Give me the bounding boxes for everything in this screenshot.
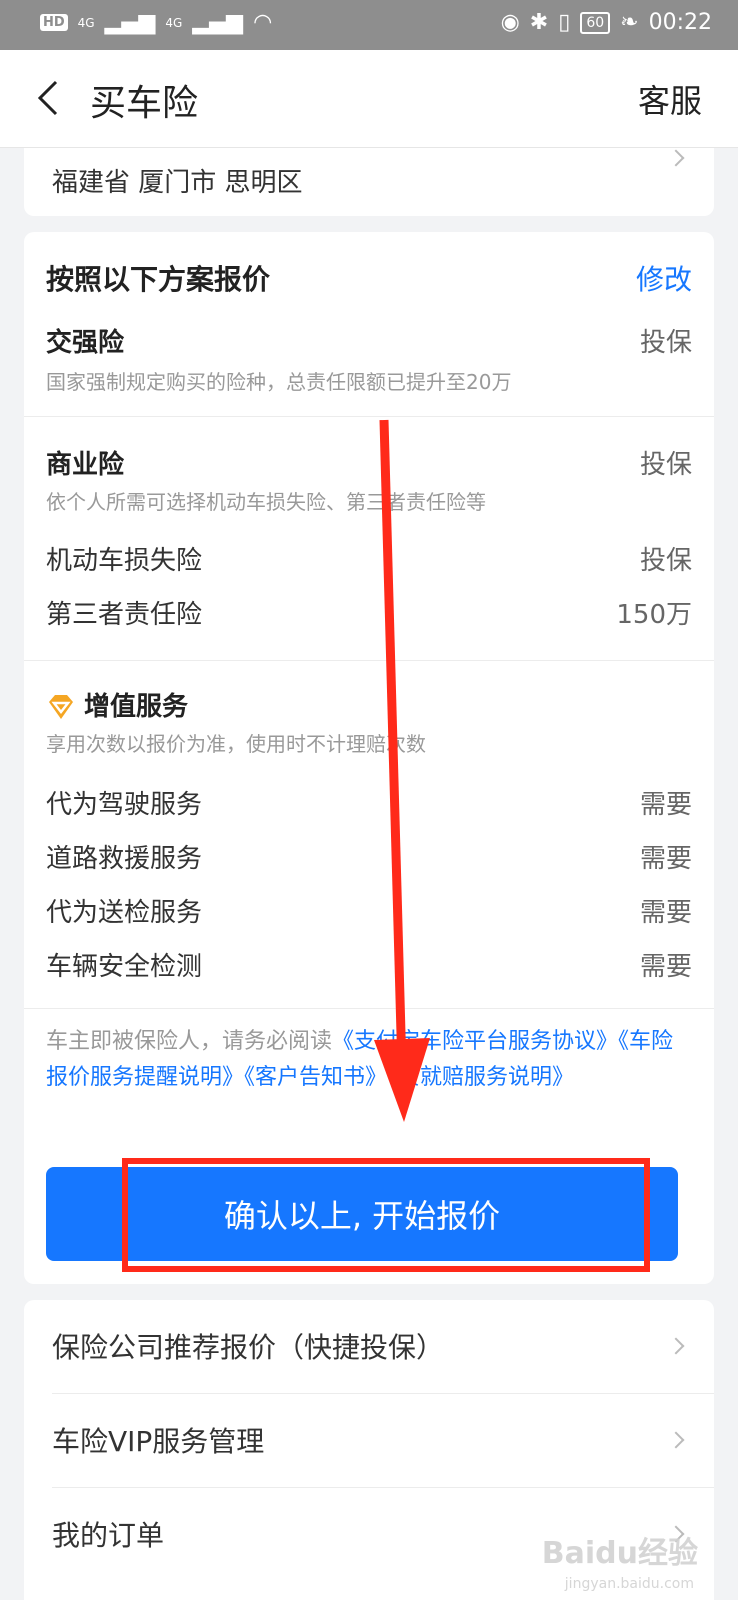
signal-4g-2: 4G	[165, 15, 183, 30]
compulsory-insurance-value: 投保	[639, 328, 692, 358]
chevron-right-icon	[667, 149, 685, 167]
section-divider	[24, 1008, 714, 1009]
third-party-value: 150万	[616, 600, 692, 630]
safety-check-value: 需要	[639, 952, 692, 982]
recommended-quote-label: 保险公司推荐报价（快捷投保）	[52, 1331, 445, 1364]
battery-indicator: 60	[580, 11, 611, 34]
inspection-delivery-label: 代为送检服务	[46, 898, 203, 928]
bluetooth-icon: ✱	[529, 10, 549, 35]
inspection-delivery-value: 需要	[639, 898, 692, 928]
section-divider	[24, 416, 714, 417]
designated-driver-value: 需要	[639, 790, 692, 820]
agreement-text: 车主即被保险人，请务必阅读《支付宝车险平台服务协议》《车险报价服务提醒说明》《客…	[46, 1024, 692, 1096]
wifi-icon: ◠	[253, 10, 273, 35]
location-text: 福建省 厦门市 思明区	[52, 168, 303, 198]
commercial-insurance-label: 商业险	[46, 450, 125, 480]
road-rescue-value: 需要	[639, 844, 692, 874]
value-added-services-label: 增值服务	[84, 692, 189, 722]
guijiupei-service-link[interactable]: 《贵就赔服务说明》	[387, 1065, 574, 1090]
eye-icon: ◉	[500, 10, 520, 35]
plan-title: 按照以下方案报价	[46, 263, 271, 296]
agreement-prefix: 车主即被保险人，请务必阅读	[46, 1029, 333, 1054]
section-divider	[24, 660, 714, 661]
compulsory-insurance-label: 交强险	[46, 328, 125, 358]
baidu-watermark: Baidu经验	[541, 1536, 698, 1571]
vip-service-link[interactable]: 车险VIP服务管理	[24, 1394, 714, 1488]
vip-service-label: 车险VIP服务管理	[52, 1425, 265, 1458]
road-rescue-label: 道路救援服务	[46, 844, 203, 874]
compulsory-insurance-desc: 国家强制规定购买的险种，总责任限额已提升至20万	[46, 370, 512, 394]
vibrate-icon: ▯	[558, 10, 571, 35]
platform-agreement-link[interactable]: 《支付宝车险平台服务协议》	[332, 1029, 618, 1054]
status-right: ◉ ✱ ▯ 60 ❧ 00:22	[501, 10, 712, 35]
edit-plan-button[interactable]: 修改	[636, 258, 692, 298]
my-orders-label: 我的订单	[52, 1519, 165, 1552]
commercial-insurance-value: 投保	[639, 450, 692, 480]
status-time: 00:22	[648, 10, 712, 35]
quote-plan-card: 按照以下方案报价 修改 交强险 投保 国家强制规定购买的险种，总责任限额已提升至…	[24, 232, 714, 1284]
customer-service-button[interactable]: 客服	[638, 76, 702, 122]
chevron-right-icon	[667, 1337, 685, 1355]
safety-check-label: 车辆安全检测	[46, 952, 203, 982]
signal-bars-icon: ▂▄▆	[192, 10, 244, 35]
designated-driver-label: 代为驾驶服务	[46, 790, 203, 820]
third-party-label: 第三者责任险	[46, 600, 203, 630]
vehicle-damage-label: 机动车损失险	[46, 546, 203, 576]
recommended-quote-link[interactable]: 保险公司推荐报价（快捷投保）	[24, 1300, 714, 1394]
status-bar: HD 4G ▂▄▆ 4G ▂▄▆ ◠ ◉ ✱ ▯ 60 ❧ 00:22	[0, 0, 738, 50]
back-arrow-icon[interactable]	[30, 76, 70, 120]
confirm-quote-button[interactable]: 确认以上, 开始报价	[46, 1167, 678, 1261]
hd-badge: HD	[40, 14, 68, 31]
diamond-icon	[49, 695, 73, 719]
nav-bar: 买车险 客服	[0, 50, 738, 148]
value-added-services-desc: 享用次数以报价为准，使用时不计理赔次数	[46, 732, 426, 756]
page-title: 买车险	[90, 83, 199, 124]
signal-4g-1: 4G	[77, 15, 95, 30]
baidu-watermark-url: jingyan.baidu.com	[564, 1576, 694, 1592]
signal-bars-icon: ▂▄▆	[104, 10, 156, 35]
vehicle-damage-value: 投保	[639, 546, 692, 576]
chevron-right-icon	[667, 1431, 685, 1449]
commercial-insurance-desc: 依个人所需可选择机动车损失险、第三者责任险等	[46, 490, 486, 514]
status-left: HD 4G ▂▄▆ 4G ▂▄▆ ◠	[40, 10, 272, 35]
customer-notice-link[interactable]: 《客户告知书》	[244, 1065, 387, 1090]
location-card[interactable]: 福建省 厦门市 思明区	[24, 148, 714, 216]
leaf-icon: ❧	[620, 10, 639, 35]
